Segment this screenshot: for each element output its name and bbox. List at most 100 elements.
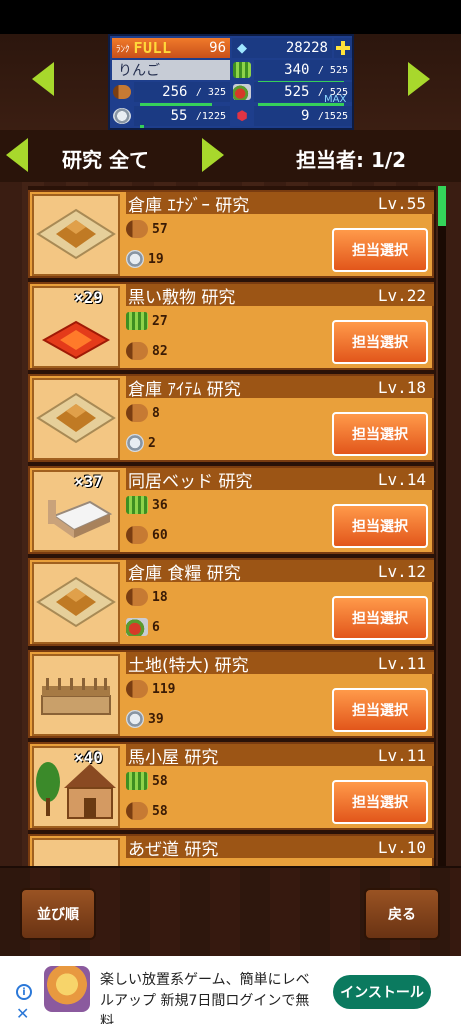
grass-icon bbox=[126, 312, 148, 330]
research-level: Lv.22 bbox=[377, 285, 426, 305]
research-title-text: あぜ道 研究 bbox=[128, 839, 219, 860]
cost-value: 8 bbox=[152, 405, 160, 421]
research-row: あぜ道 研究 Lv.10 bbox=[28, 834, 434, 866]
cost-value: 119 bbox=[152, 681, 176, 697]
wood-icon bbox=[112, 82, 132, 102]
rank-label: ﾗﾝｸ bbox=[116, 44, 130, 55]
assign-select-button[interactable]: 担当選択 bbox=[332, 228, 428, 272]
stone-bar bbox=[140, 125, 144, 128]
grass-icon bbox=[126, 496, 148, 514]
research-title-text: 同居ベッド 研究 bbox=[128, 471, 253, 492]
ruby-icon: ⬢ bbox=[236, 108, 248, 124]
assign-select-button[interactable]: 担当選択 bbox=[332, 780, 428, 824]
food-value: 525 bbox=[284, 84, 310, 100]
research-title-text: 馬小屋 研究 bbox=[128, 747, 219, 768]
assign-select-button[interactable]: 担当選択 bbox=[332, 412, 428, 456]
research-row: ×40 馬小屋 研究 Lv.11 58 58 担当選択 bbox=[28, 742, 434, 830]
cost-wood: 82 bbox=[126, 340, 168, 362]
research-row: ×29 黒い敷物 研究 Lv.22 27 82 担当選択 bbox=[28, 282, 434, 370]
cost-wood: 57 bbox=[126, 218, 168, 240]
stone-icon bbox=[126, 250, 144, 268]
research-level: Lv.55 bbox=[377, 193, 426, 213]
player-name: りんご bbox=[112, 60, 230, 80]
research-level: Lv.10 bbox=[377, 837, 426, 857]
back-button[interactable]: 戻る bbox=[364, 888, 440, 940]
assign-select-button[interactable]: 担当選択 bbox=[332, 688, 428, 732]
cost-grass: 27 bbox=[126, 310, 168, 332]
cost-wood: 60 bbox=[126, 524, 168, 546]
install-button[interactable]: インストール bbox=[333, 975, 431, 1009]
add-gems-button[interactable] bbox=[334, 38, 352, 58]
close-icon[interactable]: ✕ bbox=[16, 1004, 29, 1023]
cost-value: 58 bbox=[152, 773, 168, 789]
rank-value: FULL bbox=[133, 39, 172, 57]
list-scrollbar[interactable] bbox=[438, 186, 446, 866]
ad-app-icon[interactable] bbox=[44, 966, 90, 1012]
wood-icon bbox=[126, 220, 148, 238]
storage-item-thumbnail bbox=[32, 378, 120, 460]
research-title-text: 倉庫 ｴﾅｼﾞｰ 研究 bbox=[128, 195, 250, 216]
grass-max: / 525 bbox=[317, 64, 348, 76]
cost-value: 6 bbox=[152, 619, 160, 635]
scrollbar-thumb[interactable] bbox=[438, 186, 446, 226]
wood-counter: 256 / 325 bbox=[134, 82, 230, 102]
cost-food: 6 bbox=[126, 616, 160, 638]
ruby-max: /1525 bbox=[317, 110, 348, 122]
stone-max: /1225 bbox=[195, 110, 226, 122]
stone-counter: 55 /1225 bbox=[134, 106, 230, 126]
research-level: Lv.12 bbox=[377, 561, 426, 581]
large-land-thumbnail bbox=[32, 654, 120, 736]
grass-value: 340 bbox=[284, 62, 310, 78]
cost-value: 18 bbox=[152, 589, 168, 605]
next-page-arrow[interactable] bbox=[408, 62, 430, 96]
ruby-counter: 9 /1525 bbox=[254, 106, 352, 126]
cost-wood: 8 bbox=[126, 402, 160, 424]
cost-stone: 2 bbox=[126, 432, 156, 454]
ad-text[interactable]: 楽しい放置系ゲーム、簡単にレベルアップ 新規7日間ログインで無料... bbox=[100, 970, 320, 1024]
wood-icon bbox=[126, 526, 148, 544]
footpath-thumbnail bbox=[32, 838, 120, 866]
category-title: 研究 全て bbox=[62, 148, 149, 172]
storage-food-thumbnail bbox=[32, 562, 120, 644]
cost-value: 19 bbox=[148, 251, 164, 267]
prev-page-arrow[interactable] bbox=[32, 62, 54, 96]
top-bar bbox=[0, 0, 461, 34]
cost-value: 82 bbox=[152, 343, 168, 359]
prev-category-arrow[interactable] bbox=[6, 138, 28, 172]
rank-display: ﾗﾝｸ FULL 96 bbox=[112, 38, 230, 58]
assign-select-button[interactable]: 担当選択 bbox=[332, 596, 428, 640]
assign-select-button[interactable]: 担当選択 bbox=[332, 504, 428, 548]
food-icon bbox=[126, 618, 148, 636]
research-title-text: 黒い敷物 研究 bbox=[128, 287, 236, 308]
plus-icon bbox=[336, 41, 350, 55]
stone-icon bbox=[126, 710, 144, 728]
count-badge: ×29 bbox=[74, 288, 103, 307]
cost-stone: 39 bbox=[126, 708, 164, 730]
cost-value: 60 bbox=[152, 527, 168, 543]
research-level: Lv.14 bbox=[377, 469, 426, 489]
cost-grass: 36 bbox=[126, 494, 168, 516]
next-category-arrow[interactable] bbox=[202, 138, 224, 172]
stone-icon bbox=[112, 106, 132, 126]
wood-icon bbox=[126, 588, 148, 606]
wood-max: / 325 bbox=[195, 86, 226, 98]
count-badge: ×40 bbox=[74, 748, 103, 767]
assign-select-button[interactable]: 担当選択 bbox=[332, 320, 428, 364]
stone-icon bbox=[126, 434, 144, 452]
wood-value: 256 bbox=[162, 84, 188, 100]
cost-value: 2 bbox=[148, 435, 156, 451]
cost-wood: 119 bbox=[126, 678, 175, 700]
research-row: 土地(特大) 研究 Lv.11 119 39 担当選択 bbox=[28, 650, 434, 738]
research-title-text: 倉庫 ｱｲﾃﾑ 研究 bbox=[128, 379, 241, 400]
research-list[interactable]: 倉庫 ｴﾅｼﾞｰ 研究 Lv.55 57 19 担当選択 ×29 黒い敷物 研究… bbox=[28, 186, 436, 866]
sort-order-button[interactable]: 並び順 bbox=[20, 888, 96, 940]
research-level: Lv.11 bbox=[377, 653, 426, 673]
info-icon[interactable]: i bbox=[16, 984, 32, 1000]
cost-value: 58 bbox=[152, 803, 168, 819]
food-icon bbox=[232, 82, 252, 102]
wood-icon bbox=[126, 342, 148, 360]
grass-counter: 340 / 525 bbox=[254, 60, 352, 80]
research-level: Lv.18 bbox=[377, 377, 426, 397]
grass-icon bbox=[126, 772, 148, 790]
wood-icon bbox=[126, 802, 148, 820]
